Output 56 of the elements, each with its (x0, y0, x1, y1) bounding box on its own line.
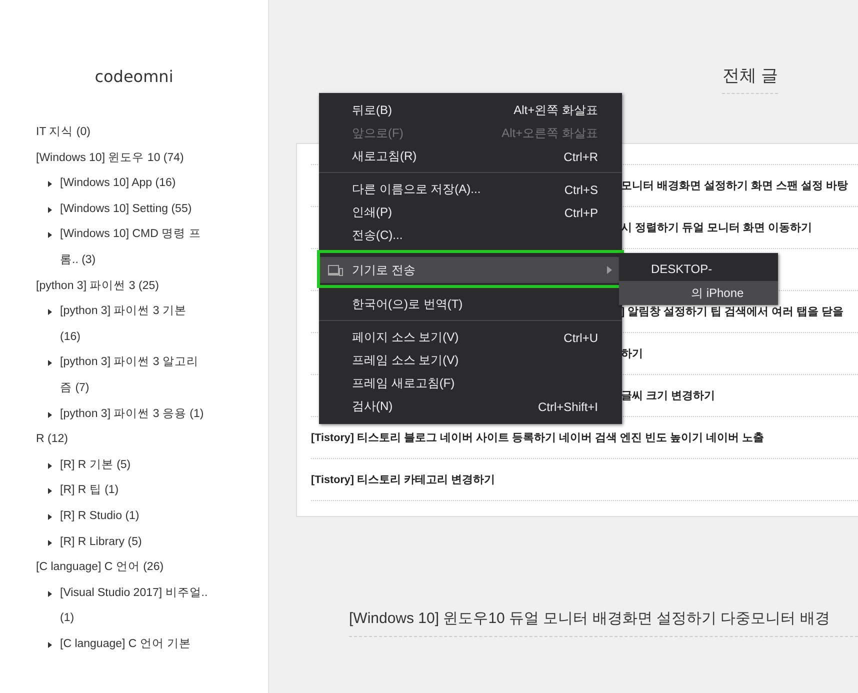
bullet-icon (48, 590, 52, 597)
menu-item[interactable]: 새로고침(R) Ctrl+R (319, 145, 622, 168)
subcategory-link[interactable]: [R] R 기본 (5) (60, 452, 210, 478)
shortcut-text: Alt+왼쪽 화살표 (514, 102, 598, 119)
shortcut-text: Ctrl+S (564, 182, 598, 196)
bullet-icon (48, 412, 52, 418)
shortcut-text: Ctrl+Shift+I (538, 400, 598, 414)
subcategory-link[interactable]: [Windows 10] App (16) (60, 171, 210, 197)
subcategory-link[interactable]: [Windows 10] CMD 명령 프롬.. (3) (60, 222, 210, 274)
bullet-icon (48, 462, 52, 469)
shortcut-text: Ctrl+U (564, 330, 598, 344)
menu-item[interactable]: 의 iPhone (619, 281, 778, 305)
subcategory-link[interactable]: [Windows 10] Setting (55) (60, 196, 210, 222)
bullet-icon (48, 514, 52, 520)
post-link[interactable]: [Tistory] 티스토리 카테고리 변경하기 (311, 472, 495, 486)
bullet-icon (48, 206, 52, 213)
subcategory-link[interactable]: [Visual Studio 2017] 비주얼.. (1) (60, 580, 210, 632)
bullet-icon (48, 181, 52, 188)
submenu-arrow-icon (607, 266, 612, 274)
menu-item[interactable]: 한국어(으)로 번역(T) (319, 293, 622, 316)
bullet-icon (48, 642, 52, 648)
category-link[interactable]: [C language] C 언어 (26) (36, 561, 164, 574)
bullet-icon (48, 540, 52, 546)
menu-item[interactable]: 기기로 전송 (319, 257, 622, 283)
category-link[interactable]: [python 3] 파이썬 3 (25) (36, 280, 159, 292)
category-link[interactable]: [Windows 10] 윈도우 10 (74) (36, 152, 184, 164)
menu-item[interactable]: 프레임 새로고침(F) (319, 372, 622, 395)
devices-icon (328, 265, 343, 276)
subcategory-link[interactable]: [C language] C 언어 기본 (60, 632, 210, 658)
post-link[interactable]: [Tistory] 티스토리 블로그 네이버 사이트 등록하기 네이버 검색 엔진 빈도 높이기 네이버 노출 (311, 430, 764, 444)
menu-item[interactable]: 페이지 소스 보기(V) Ctrl+U (319, 326, 622, 349)
category-link[interactable]: R (12) (36, 433, 68, 446)
bullet-icon (48, 232, 52, 238)
bullet-icon (48, 360, 52, 366)
bullet-icon (48, 488, 52, 494)
subcategory-link[interactable]: [R] R Library (5) (60, 530, 210, 556)
menu-item[interactable]: DESKTOP- (619, 257, 778, 281)
shortcut-text: Alt+오른쪽 화살표 (502, 125, 598, 142)
menu-item[interactable]: 다른 이름으로 저장(A)... Ctrl+S (319, 178, 622, 201)
subcategory-link[interactable]: [R] R 팁 (1) (60, 478, 210, 504)
subcategory-link[interactable]: [python 3] 파이썬 3 응용 (1) (60, 402, 210, 428)
subcategory-link[interactable]: [python 3] 파이썬 3 기본 (16) (60, 299, 210, 350)
menu-item[interactable]: 인쇄(P) Ctrl+P (319, 201, 622, 224)
blog-title[interactable]: codeomni (94, 67, 174, 86)
menu-item[interactable]: 전송(C)... (319, 224, 622, 247)
shortcut-text: Ctrl+P (564, 206, 598, 220)
subcategory-link[interactable]: [python 3] 파이썬 3 알고리즘 (7) (60, 350, 210, 402)
section-heading: 전체 글 (722, 64, 778, 94)
category-link[interactable]: IT 지식 (0) (36, 126, 90, 138)
bullet-icon (48, 309, 52, 316)
article-title[interactable]: [Windows 10] 윈도우10 듀얼 모니터 배경화면 설정하기 다중모니터 배경 (349, 609, 858, 637)
menu-item[interactable]: 프레임 소스 보기(V) (319, 349, 622, 372)
subcategory-link[interactable]: [R] R Studio (1) (60, 504, 210, 530)
menu-item[interactable]: 뒤로(B) Alt+왼쪽 화살표 (319, 99, 622, 122)
shortcut-text: Ctrl+R (564, 150, 598, 164)
menu-item[interactable]: 검사(N) Ctrl+Shift+I (319, 395, 622, 418)
